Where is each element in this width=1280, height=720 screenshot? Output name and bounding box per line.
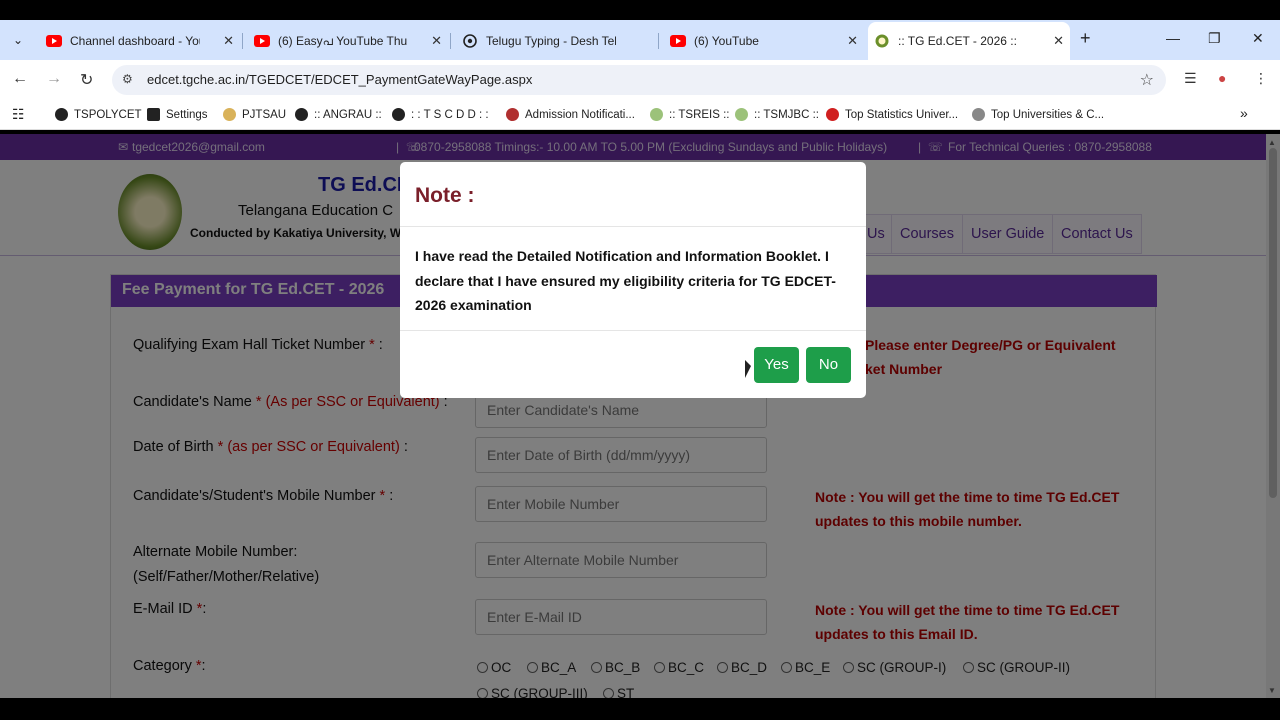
address-bar[interactable]: ⚙ edcet.tgche.ac.in/TGEDCET/EDCET_Paymen…: [112, 65, 1166, 95]
tab-title: :: TG Ed.CET - 2026 ::: [898, 34, 1017, 48]
bookmark-top-universities[interactable]: Top Universities & C...: [972, 108, 1104, 121]
bookmark-tscdd[interactable]: : : T S C D D : :: [392, 108, 489, 121]
site-info-icon[interactable]: ⚙: [122, 72, 133, 86]
pjtsau-icon: [223, 108, 236, 121]
profile-icon[interactable]: ●: [1218, 70, 1226, 86]
tab-youtube[interactable]: (6) YouTube ✕: [664, 26, 864, 56]
gear-icon: [147, 108, 160, 121]
media-control-icon[interactable]: ☰: [1184, 70, 1197, 87]
bookmarks-overflow-icon[interactable]: »: [1240, 105, 1248, 121]
bookmark-angrau[interactable]: :: ANGRAU ::: [295, 108, 382, 121]
browser-toolbar: ← → ↻ ⚙ edcet.tgche.ac.in/TGEDCET/EDCET_…: [0, 60, 1280, 100]
close-icon[interactable]: ✕: [431, 33, 442, 49]
emblem-icon: [650, 108, 663, 121]
youtube-icon: [254, 33, 270, 49]
tab-title: (6) Easyപ YouTube Thumbnail: [278, 33, 408, 48]
note-dialog: Note : I have read the Detailed Notifica…: [400, 162, 866, 398]
feather-icon: [972, 108, 985, 121]
close-icon[interactable]: ✕: [223, 33, 234, 49]
browser-menu-icon[interactable]: ⋮: [1254, 70, 1268, 87]
tab-search-chevron-icon[interactable]: ⌄: [8, 30, 28, 50]
tab-title: Channel dashboard - YouTube: [70, 34, 200, 48]
tab-title: Telugu Typing - Desh Telugu: [486, 34, 616, 48]
youtube-icon: [670, 33, 686, 49]
globe-icon: [55, 108, 68, 121]
close-icon[interactable]: ✕: [847, 33, 858, 49]
bookmark-tspolycet[interactable]: TSPOLYCET: [55, 108, 142, 121]
back-arrow-icon[interactable]: ←: [12, 70, 28, 88]
tab-divider: [242, 33, 243, 49]
apps-grid-icon[interactable]: ☷: [12, 106, 25, 123]
tab-tg-edcet-active[interactable]: :: TG Ed.CET - 2026 :: ✕: [868, 22, 1070, 60]
screen: ⌄ Channel dashboard - YouTube ✕ (6) Easy…: [0, 0, 1280, 720]
globe-icon: [295, 108, 308, 121]
tab-title: (6) YouTube: [694, 34, 759, 48]
dialog-divider: [400, 330, 866, 331]
restore-button[interactable]: ❐: [1208, 30, 1221, 47]
dialog-divider: [400, 226, 866, 227]
forward-arrow-icon[interactable]: →: [46, 70, 62, 88]
tab-thumbnail[interactable]: (6) Easyപ YouTube Thumbnail ✕: [248, 26, 448, 56]
tab-telugu-typing[interactable]: Telugu Typing - Desh Telugu: [456, 26, 656, 56]
emblem-icon: [506, 108, 519, 121]
reload-icon[interactable]: ↻: [80, 70, 93, 90]
dialog-title: Note :: [415, 184, 475, 207]
url-text[interactable]: edcet.tgche.ac.in/TGEDCET/EDCET_PaymentG…: [147, 72, 532, 87]
emblem-icon: [735, 108, 748, 121]
window-close-button[interactable]: ✕: [1252, 30, 1264, 47]
tab-divider: [450, 33, 451, 49]
tab-channel-dashboard[interactable]: Channel dashboard - YouTube ✕: [40, 26, 240, 56]
youtube-icon: [46, 33, 62, 49]
new-tab-button[interactable]: +: [1080, 28, 1091, 49]
mouse-pointer-icon: [745, 360, 751, 378]
dialog-message: I have read the Detailed Notification an…: [415, 248, 836, 313]
minimize-button[interactable]: —: [1166, 30, 1180, 46]
no-button[interactable]: No: [806, 347, 851, 383]
bookmarks-bar: ☷ TSPOLYCET Settings PJTSAU :: ANGRAU ::…: [0, 100, 1280, 130]
bookmark-tsreis[interactable]: :: TSREIS ::: [650, 108, 730, 121]
bookmark-star-icon[interactable]: ☆: [1140, 70, 1154, 90]
bookmark-top-statistics[interactable]: Top Statistics Univer...: [826, 108, 958, 121]
site-icon: [874, 33, 890, 49]
bookmark-settings[interactable]: Settings: [147, 108, 208, 121]
bookmark-pjtsau[interactable]: PJTSAU: [223, 108, 286, 121]
tab-bar: ⌄ Channel dashboard - YouTube ✕ (6) Easy…: [0, 20, 1280, 60]
g-icon: [826, 108, 839, 121]
tab-divider: [658, 33, 659, 49]
bookmark-tsmjbc[interactable]: :: TSMJBC ::: [735, 108, 819, 121]
globe-icon: [392, 108, 405, 121]
close-icon[interactable]: ✕: [1053, 33, 1064, 49]
bookmark-admission[interactable]: Admission Notificati...: [506, 108, 635, 121]
bottom-letterbox: [0, 698, 1280, 720]
globe-icon: [462, 33, 478, 49]
yes-button[interactable]: Yes: [754, 347, 799, 383]
